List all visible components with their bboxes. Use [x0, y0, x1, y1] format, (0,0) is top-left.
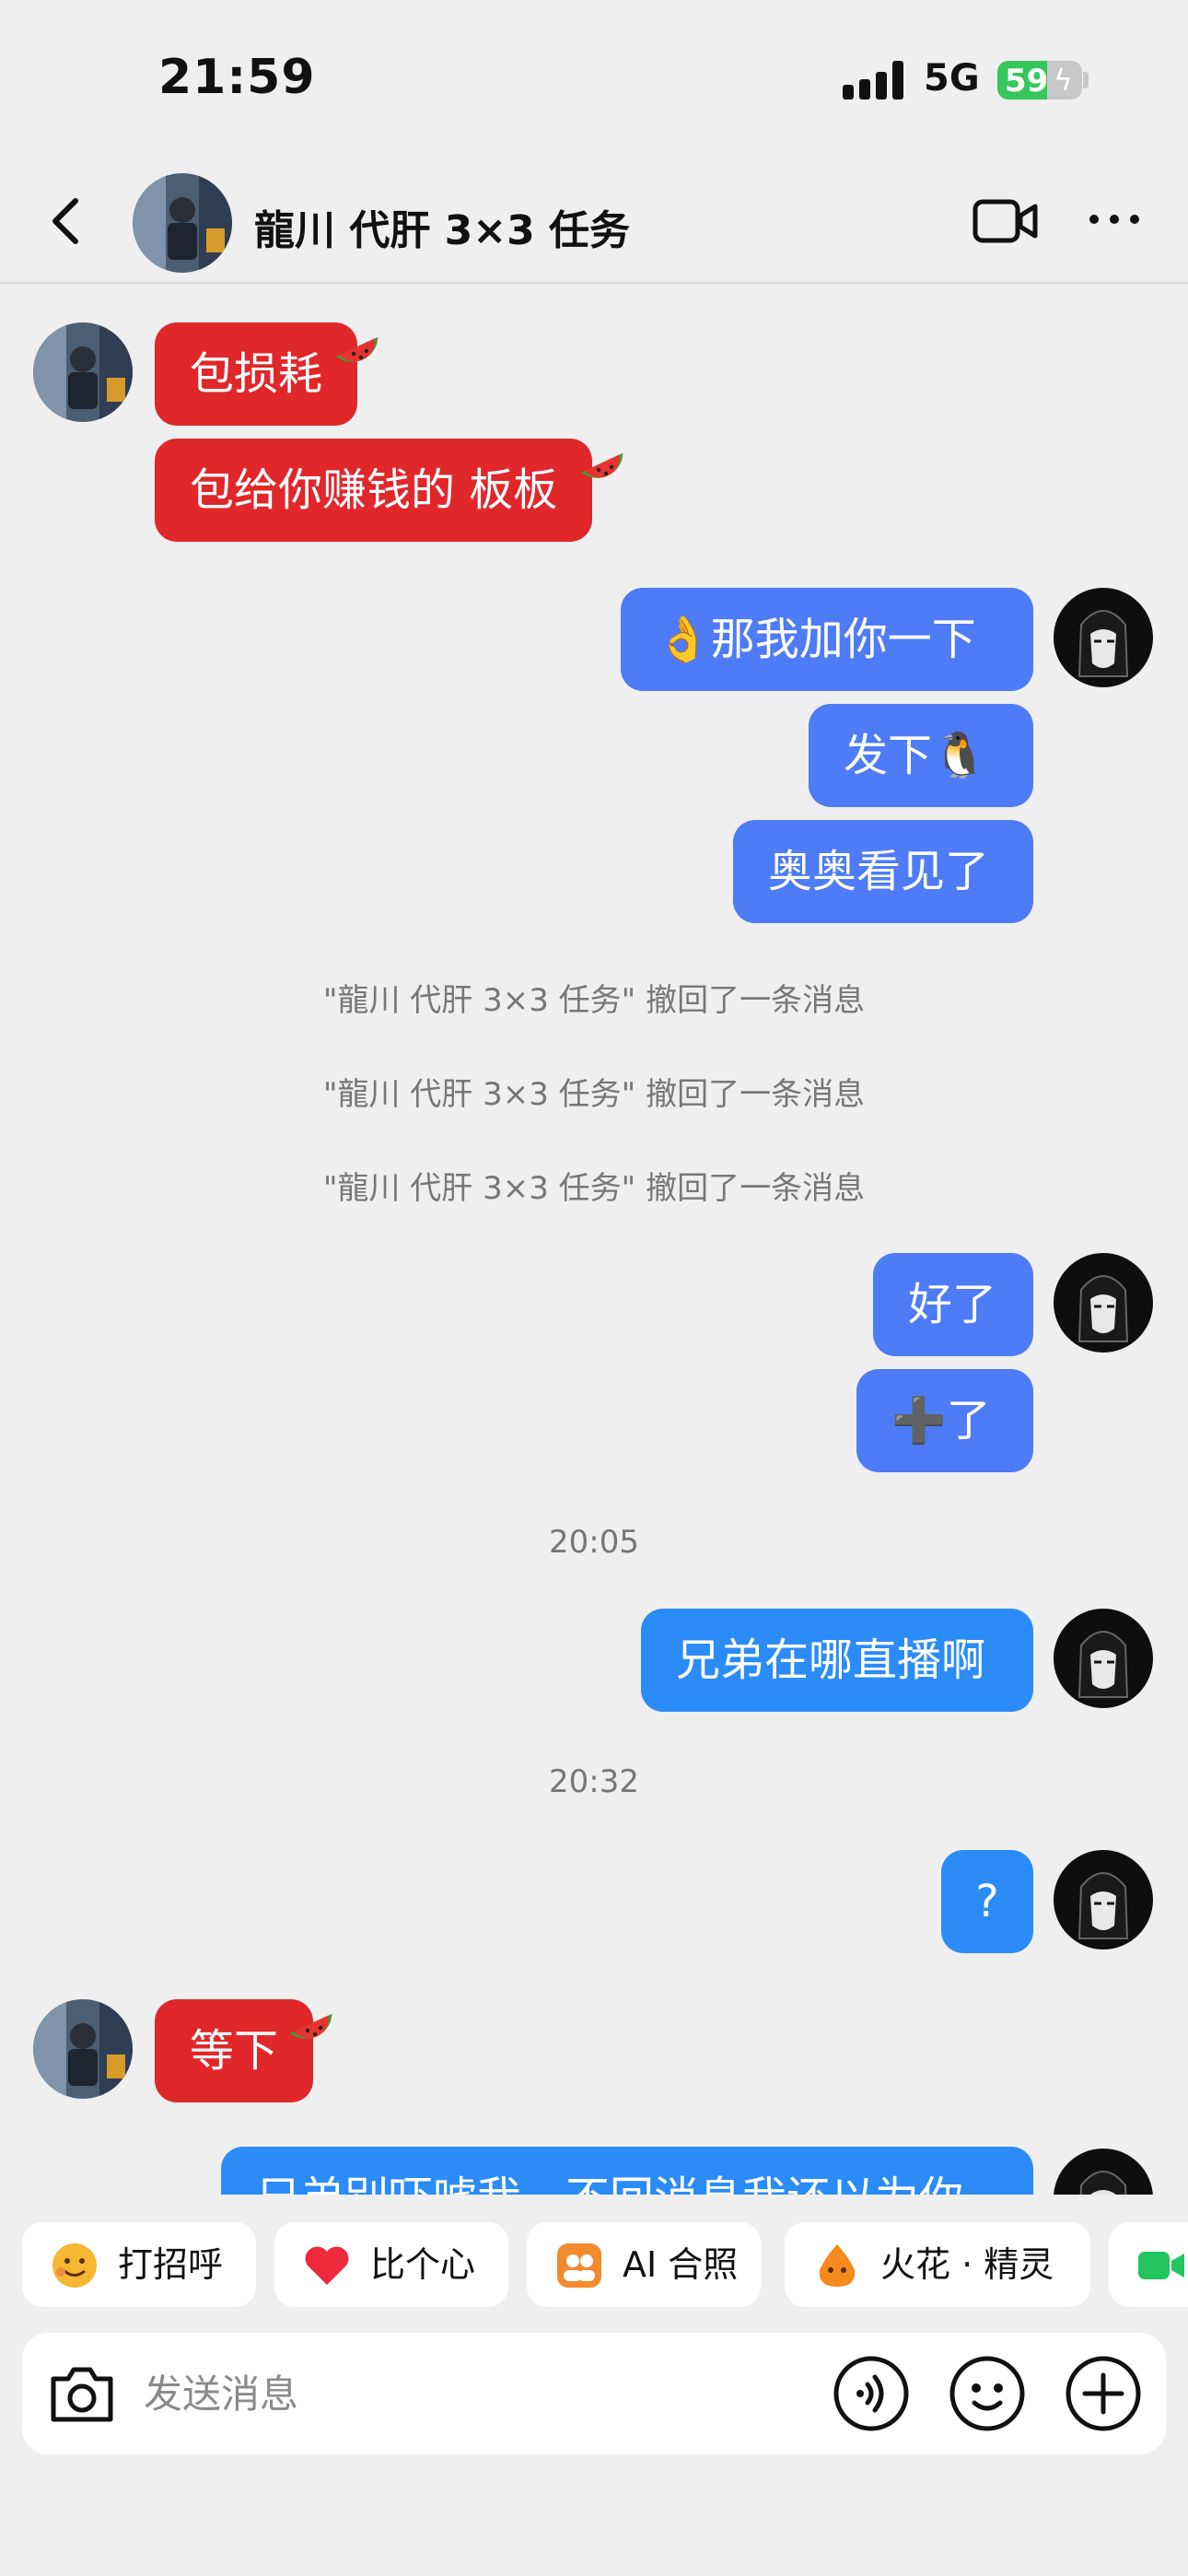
plus-icon[interactable]: [1065, 2355, 1142, 2432]
watermelon-icon: [336, 336, 379, 362]
video-call-icon[interactable]: [973, 197, 1039, 245]
recall-notice: "龍川 代肝 3×3 任务" 撤回了一条消息: [322, 982, 866, 1019]
message-composer: [22, 2333, 1166, 2454]
watermelon-icon: [290, 2013, 332, 2039]
peer-avatar[interactable]: [33, 322, 133, 422]
quick-reply-bar[interactable]: 打招呼 比个心 AI 合照 火花 · 精灵: [0, 2222, 1188, 2307]
message-input[interactable]: [144, 2355, 807, 2432]
chat-screen: 21:59 5G 59 ϟ 龍川 代肝 3×3 任务 包损耗 包给你赚钱的 板板…: [0, 0, 1188, 2576]
message-list[interactable]: 包损耗 包给你赚钱的 板板 👌那我加你一下 发下🐧 奥奥看见了 "龍川 代肝 3…: [0, 286, 1188, 2195]
self-message[interactable]: 好了: [873, 1253, 1033, 1356]
back-arrow-icon[interactable]: [41, 193, 96, 249]
watermelon-icon: [581, 452, 623, 478]
self-avatar[interactable]: [1054, 2149, 1153, 2195]
battery-icon: 59 ϟ: [997, 61, 1082, 100]
signal-icon: [843, 61, 907, 100]
peer-avatar[interactable]: [33, 1999, 133, 2099]
recall-notice: "龍川 代肝 3×3 任务" 撤回了一条消息: [322, 1076, 866, 1113]
quick-reply-greeting[interactable]: 打招呼: [22, 2222, 256, 2307]
self-message[interactable]: ➕了: [856, 1369, 1033, 1472]
camera-icon[interactable]: [46, 2359, 118, 2429]
self-message[interactable]: 兄弟别吓唬我，不回消息我还以为你: [221, 2147, 1033, 2195]
chat-header: 龍川 代肝 3×3 任务: [0, 157, 1188, 284]
recall-notice: "龍川 代肝 3×3 任务" 撤回了一条消息: [322, 1170, 866, 1207]
self-message[interactable]: 兄弟在哪直播啊: [641, 1609, 1033, 1712]
contact-avatar[interactable]: [133, 173, 232, 273]
quick-reply-heart[interactable]: 比个心: [274, 2222, 508, 2307]
self-message[interactable]: 发下🐧: [809, 704, 1033, 807]
charging-icon: ϟ: [1053, 63, 1073, 98]
home-indicator: [0, 2506, 1188, 2515]
emoji-icon[interactable]: [949, 2355, 1026, 2432]
quick-reply-label: 比个心: [370, 2244, 476, 2285]
network-type: 5G: [924, 57, 980, 100]
ai-photo-icon: [557, 2243, 601, 2288]
timestamp: 20:05: [549, 1524, 639, 1561]
quick-reply-spark-sprite[interactable]: 火花 · 精灵: [785, 2222, 1090, 2307]
spark-sprite-icon: [819, 2244, 856, 2287]
status-time: 21:59: [158, 50, 316, 105]
quick-reply-ai-photo[interactable]: AI 合照: [527, 2222, 761, 2307]
peer-message[interactable]: 包给你赚钱的 板板: [155, 439, 593, 542]
self-message[interactable]: ?: [941, 1850, 1033, 1953]
self-message[interactable]: 奥奥看见了: [733, 820, 1033, 923]
battery-tip: [1083, 72, 1089, 88]
quick-reply-label: 火花 · 精灵: [880, 2244, 1054, 2285]
battery-level: 59: [1005, 63, 1049, 100]
chat-title: 龍川 代肝 3×3 任务: [254, 207, 631, 254]
greeting-emoji-icon: [52, 2243, 97, 2288]
quick-reply-video[interactable]: [1109, 2222, 1188, 2307]
video-call-icon: [1138, 2252, 1184, 2279]
heart-icon: [305, 2246, 349, 2285]
more-icon[interactable]: [1087, 208, 1142, 230]
quick-reply-label: AI 合照: [623, 2244, 739, 2285]
self-avatar[interactable]: [1054, 1850, 1153, 1950]
self-avatar[interactable]: [1054, 1609, 1153, 1708]
self-avatar[interactable]: [1054, 588, 1153, 687]
timestamp: 20:32: [549, 1763, 639, 1800]
self-message[interactable]: 👌那我加你一下: [621, 588, 1033, 691]
voice-icon[interactable]: [833, 2355, 910, 2432]
self-avatar[interactable]: [1054, 1253, 1153, 1352]
peer-message[interactable]: 包损耗: [155, 322, 358, 426]
quick-reply-label: 打招呼: [118, 2244, 224, 2285]
